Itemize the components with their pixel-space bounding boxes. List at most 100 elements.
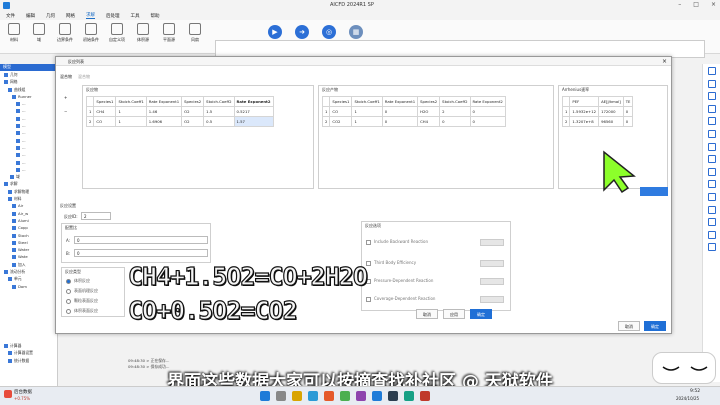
- menu-help[interactable]: 帮助: [151, 13, 160, 19]
- zoom-icon[interactable]: [707, 192, 716, 201]
- tree-item[interactable]: Wate: [0, 253, 57, 260]
- b-field[interactable]: 0: [74, 249, 208, 257]
- tree-item[interactable]: ...: [0, 151, 57, 158]
- cancel-button[interactable]: 取消: [416, 309, 438, 319]
- chart-icon[interactable]: [707, 129, 716, 138]
- mixture-value[interactable]: 混合物: [78, 74, 90, 80]
- view-icon[interactable]: [707, 67, 716, 75]
- menu-solve[interactable]: 求解: [86, 12, 95, 19]
- tree-item[interactable]: ...: [0, 166, 57, 173]
- a-field[interactable]: 0: [74, 236, 208, 244]
- checkbox-pressure[interactable]: Pressure-Dependent Reaction: [366, 278, 433, 284]
- radio-particle[interactable]: 颗粒表面反应: [66, 298, 98, 304]
- tree-item[interactable]: 曲线组: [0, 86, 57, 93]
- tree-item[interactable]: Water: [0, 246, 57, 253]
- checkbox-backward[interactable]: Include Backward Reaction: [366, 239, 428, 245]
- zoom-icon[interactable]: [707, 205, 716, 214]
- tree-item[interactable]: ...: [0, 159, 57, 166]
- monitor-icon[interactable]: ◎: [322, 25, 336, 39]
- app-icon[interactable]: [420, 391, 430, 401]
- materials-button[interactable]: 材料: [3, 23, 25, 43]
- tree-item[interactable]: Runner: [0, 93, 57, 100]
- menu-edit[interactable]: 编辑: [26, 13, 35, 19]
- maximize-icon[interactable]: □: [693, 1, 699, 8]
- tree-item[interactable]: ...: [0, 122, 57, 129]
- tree-item[interactable]: Alumi: [0, 217, 57, 224]
- chart-icon[interactable]: [707, 180, 716, 189]
- tree-item[interactable]: 计算器设置: [0, 349, 57, 356]
- chart-icon[interactable]: [707, 167, 716, 176]
- tree-item[interactable]: Steel: [0, 239, 57, 246]
- ruler-icon[interactable]: [707, 218, 716, 227]
- radio-surface-mech[interactable]: 表面机理反应: [66, 288, 98, 294]
- app-icon[interactable]: [324, 391, 334, 401]
- ok-button-2[interactable]: 确定: [644, 321, 666, 331]
- table-row[interactable]: 2 1.3207e+8 96560 0: [561, 116, 634, 127]
- axis-icon[interactable]: [707, 104, 716, 113]
- tree-item[interactable]: Dom: [0, 283, 57, 290]
- fan-button[interactable]: 风扇: [184, 23, 206, 43]
- custom-button[interactable]: 自定义项: [106, 23, 128, 43]
- chart-icon[interactable]: [707, 117, 716, 126]
- close-icon[interactable]: ×: [711, 1, 716, 8]
- table-row[interactable]: 2 CO2 1 0 CH4 0 0: [321, 116, 506, 127]
- domain-button[interactable]: 域: [28, 23, 50, 43]
- menu-post[interactable]: 后处理: [106, 13, 120, 19]
- ok-button[interactable]: 确定: [470, 309, 492, 319]
- tree-item[interactable]: 求解物理: [0, 188, 57, 195]
- axis-icon[interactable]: [707, 79, 716, 88]
- menu-mesh[interactable]: 网格: [66, 13, 75, 19]
- tree-item[interactable]: ...: [0, 100, 57, 107]
- edit-button[interactable]: [480, 278, 504, 285]
- menu-tools[interactable]: 工具: [131, 13, 140, 19]
- app-icon[interactable]: [388, 391, 398, 401]
- text-icon[interactable]: [707, 230, 716, 239]
- camera-icon[interactable]: [707, 243, 716, 252]
- browser-icon[interactable]: [308, 391, 318, 401]
- tree-item[interactable]: 流动分析: [0, 268, 57, 275]
- tree-item[interactable]: ...: [0, 144, 57, 151]
- side-button[interactable]: [640, 187, 668, 196]
- tree-item[interactable]: ...: [0, 129, 57, 136]
- edit-button[interactable]: [480, 296, 504, 303]
- plane-source-button[interactable]: 平面源: [158, 23, 180, 43]
- tree-item[interactable]: 网格: [0, 78, 57, 85]
- tree-item[interactable]: 单元: [0, 275, 57, 282]
- tree-item[interactable]: Stoch: [0, 232, 57, 239]
- tree-item[interactable]: Copp: [0, 224, 57, 231]
- checkbox-third-body[interactable]: Third Body Efficiency: [366, 260, 416, 266]
- apply-button[interactable]: 应用: [443, 309, 465, 319]
- table-row[interactable]: 1 CH4 1 1.46 O2 1.5 0.5217: [85, 106, 274, 117]
- tree-item[interactable]: 统计数据: [0, 357, 57, 364]
- app-icon[interactable]: [404, 391, 414, 401]
- app-icon[interactable]: [356, 391, 366, 401]
- tree-item[interactable]: ...: [0, 107, 57, 114]
- tree-item[interactable]: 几何: [0, 71, 57, 78]
- menu-geometry[interactable]: 几何: [46, 13, 55, 19]
- aicfd-icon[interactable]: [372, 391, 382, 401]
- add-icon[interactable]: +: [64, 95, 67, 100]
- axis-icon[interactable]: [707, 92, 716, 101]
- tree-item[interactable]: Air_w: [0, 210, 57, 217]
- reaction-id-field[interactable]: 2: [81, 212, 111, 220]
- close-icon[interactable]: ×: [662, 57, 667, 66]
- volume-source-button[interactable]: 体积源: [132, 23, 154, 43]
- cancel-button-2[interactable]: 取消: [618, 321, 640, 331]
- radio-volume[interactable]: 体积反应: [66, 278, 90, 284]
- windows-start-icon[interactable]: [260, 391, 270, 401]
- tree-item[interactable]: 加入: [0, 261, 57, 268]
- table-row[interactable]: 2 CO 1 1.6906 O2 0.5 1.57: [85, 116, 274, 127]
- tree-item[interactable]: ...: [0, 115, 57, 122]
- tree-item[interactable]: 域: [0, 173, 57, 180]
- run-icon[interactable]: ▶: [268, 25, 282, 39]
- tree-item[interactable]: ...: [0, 137, 57, 144]
- edit-button[interactable]: [480, 239, 504, 246]
- tree-item[interactable]: Air: [0, 202, 57, 209]
- table-row[interactable]: 1 CO 1 0 H2O 2 0: [321, 106, 506, 117]
- initial-button[interactable]: 初始条件: [80, 23, 102, 43]
- chart-icon[interactable]: [707, 142, 716, 151]
- tree-item[interactable]: 材料: [0, 195, 57, 202]
- menu-file[interactable]: 文件: [6, 13, 15, 19]
- folder-icon[interactable]: [292, 391, 302, 401]
- chart-icon[interactable]: [707, 155, 716, 164]
